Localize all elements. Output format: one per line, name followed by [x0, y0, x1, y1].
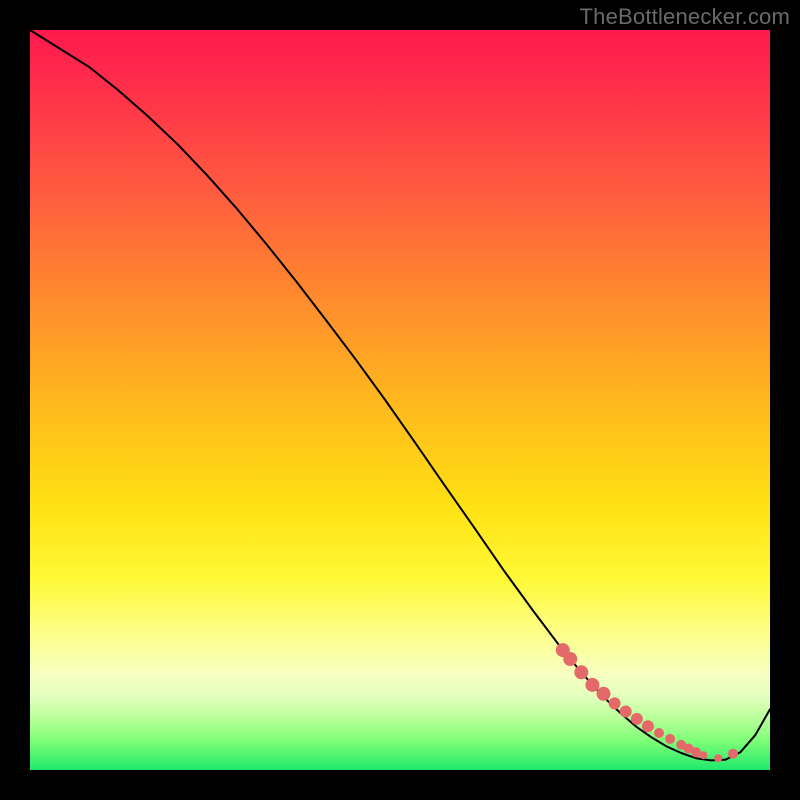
highlight-point [699, 751, 707, 759]
highlight-point [642, 720, 654, 732]
watermark-text: TheBottlenecker.com [580, 4, 790, 30]
highlight-point [609, 697, 621, 709]
curve-layer [30, 30, 770, 770]
highlight-point [585, 678, 599, 692]
highlight-point [665, 734, 675, 744]
highlight-point [714, 754, 722, 762]
highlight-point [563, 652, 577, 666]
highlight-point [597, 687, 611, 701]
plot-area [30, 30, 770, 770]
highlight-point [728, 749, 738, 759]
highlight-point [620, 706, 632, 718]
chart-frame: TheBottlenecker.com [0, 0, 800, 800]
highlight-point [631, 713, 643, 725]
bottleneck-curve [30, 30, 770, 760]
highlight-point [574, 665, 588, 679]
highlight-points [556, 643, 738, 762]
highlight-point [654, 728, 664, 738]
